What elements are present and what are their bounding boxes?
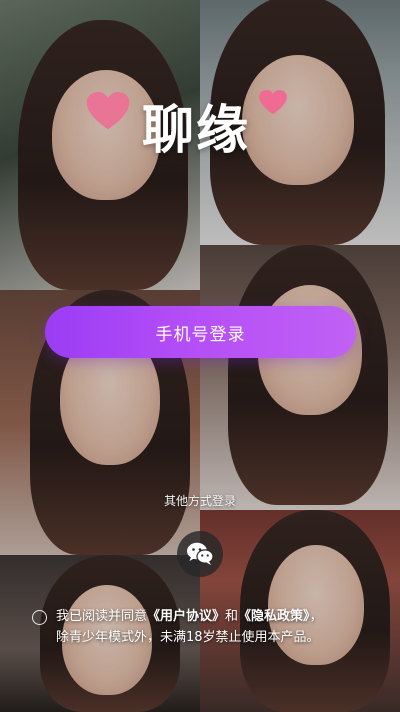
phone-login-button[interactable]: 手机号登录 bbox=[45, 306, 356, 358]
phone-login-label: 手机号登录 bbox=[155, 324, 246, 345]
user-agreement-link[interactable]: 《用户协议》 bbox=[147, 609, 225, 624]
app-logo: 聊缘 bbox=[142, 101, 251, 161]
agreement-and: 和 bbox=[225, 609, 239, 624]
heart-icon bbox=[86, 92, 130, 130]
wechat-icon bbox=[187, 542, 214, 565]
agreement-checkbox[interactable] bbox=[32, 610, 47, 625]
heart-icon bbox=[259, 90, 287, 115]
other-login-methods-label: 其他方式登录 bbox=[163, 494, 236, 508]
privacy-policy-link[interactable]: 《隐私政策》 bbox=[238, 609, 310, 624]
agreement-suffix: ， bbox=[309, 609, 323, 624]
agreement-line2: 除青少年模式外，未满18岁禁止使用本产品。 bbox=[56, 630, 320, 645]
wechat-login-button[interactable] bbox=[177, 531, 223, 577]
agreement-prefix: 我已阅读并同意 bbox=[56, 609, 148, 624]
agreement-text: 我已阅读并同意《用户协议》和《隐私政策》， 除青少年模式外，未满18岁禁止使用本… bbox=[56, 606, 356, 648]
